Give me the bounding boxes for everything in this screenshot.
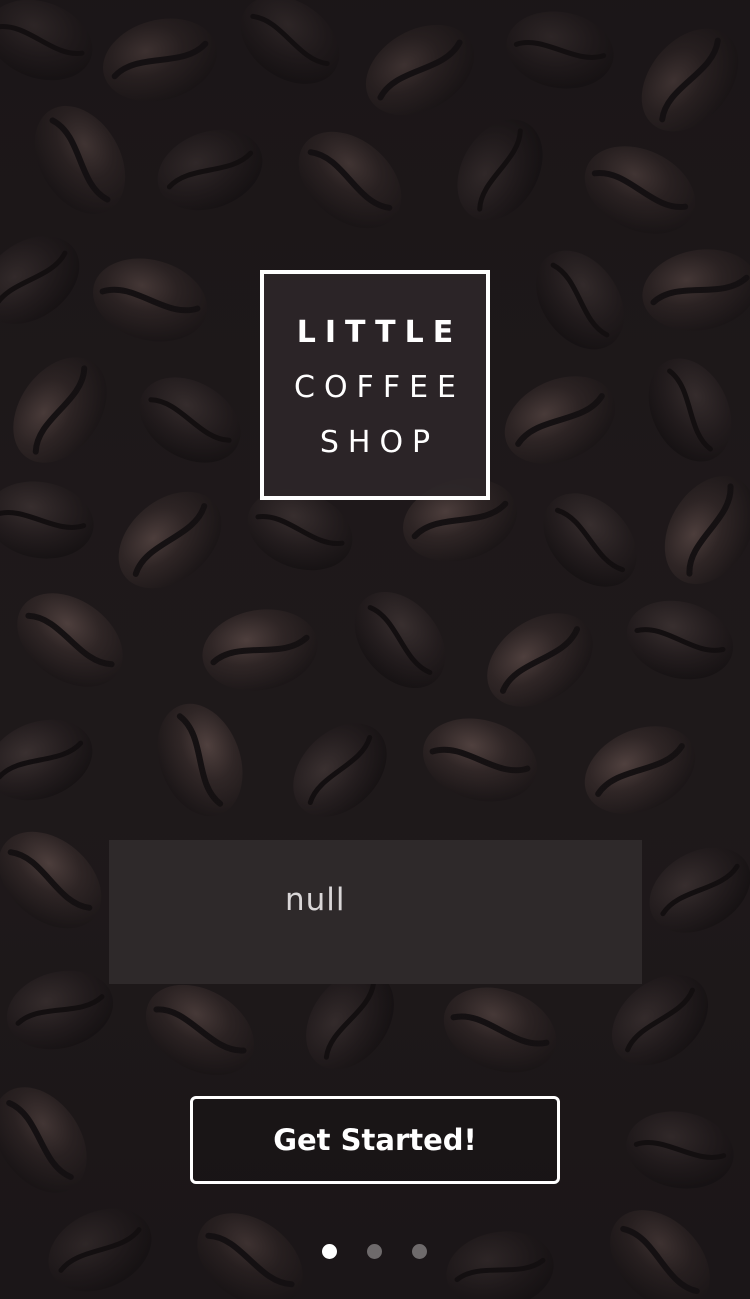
page-dot-3[interactable]: [412, 1244, 427, 1259]
message-text: null: [285, 882, 346, 918]
logo-line-little: LITTLE: [296, 315, 463, 350]
page-indicator: [0, 1244, 750, 1260]
message-panel: null: [109, 840, 642, 984]
page-dot-2[interactable]: [367, 1244, 382, 1259]
get-started-button[interactable]: Get Started!: [190, 1096, 560, 1184]
shop-logo: LITTLE COFFEE SHOP: [260, 270, 490, 500]
onboarding-screen: LITTLE COFFEE SHOP null Get Started!: [0, 0, 750, 1299]
logo-line-coffee: COFFEE: [294, 370, 465, 405]
page-dot-1-active[interactable]: [322, 1244, 337, 1259]
logo-line-shop: SHOP: [319, 425, 440, 460]
